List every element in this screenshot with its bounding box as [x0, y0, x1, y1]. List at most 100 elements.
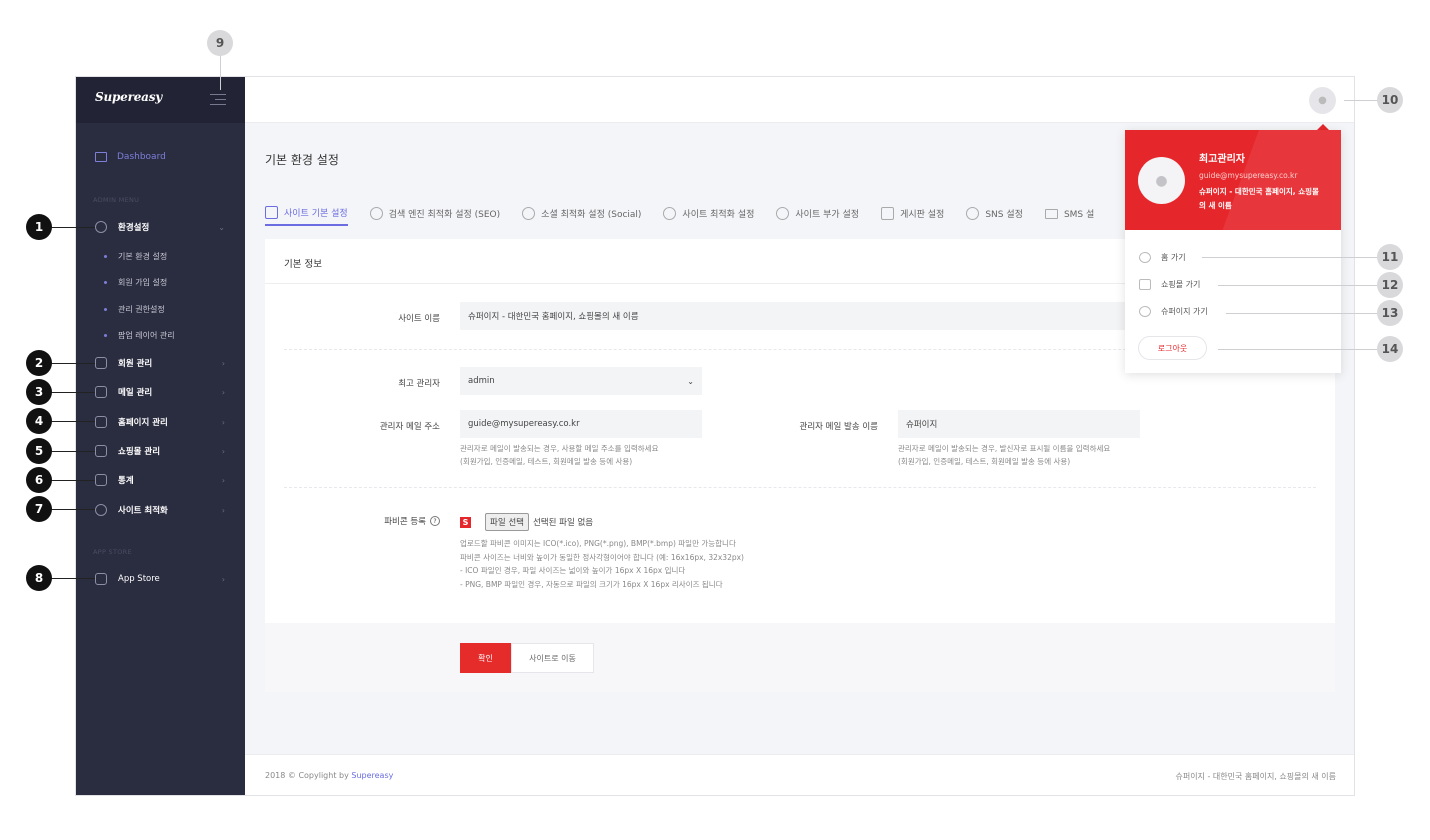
sidebar-item-label: Dashboard: [117, 152, 166, 162]
submenu-item-popup-layer[interactable]: 팝업 레이어 관리: [104, 330, 175, 341]
logo[interactable]: Supereasy: [95, 90, 162, 104]
admin-select[interactable]: admin ⌄: [460, 367, 702, 395]
sidebar-item-shop[interactable]: 쇼핑몰 관리 ›: [76, 440, 245, 462]
chevron-right-icon: ›: [221, 446, 225, 456]
divider: [284, 487, 1316, 488]
tab-social[interactable]: 소셜 최적화 설정 (Social): [522, 201, 641, 226]
sidebar-item-app-store[interactable]: App Store ›: [76, 568, 245, 590]
chevron-down-icon: ⌄: [218, 222, 225, 232]
sender-name-input[interactable]: 슈퍼이지: [898, 410, 1140, 438]
go-to-site-button[interactable]: 사이트로 이동: [511, 643, 594, 673]
site-name-label: 사이트 이름: [398, 314, 440, 324]
sidebar-item-label: 통계: [118, 476, 134, 486]
admin-email-help: 관리자로 메일이 발송되는 경우, 사용할 메일 주소를 입력하세요 (회원가입…: [460, 442, 658, 468]
chevron-right-icon: ›: [221, 505, 225, 515]
favicon-file-picker: S 파일 선택 선택된 파일 없음: [460, 513, 593, 531]
sidebar-item-members[interactable]: 회원 관리 ›: [76, 352, 245, 374]
callout-line: [50, 578, 95, 579]
help-line: 업로드할 파비콘 이미지는 ICO(*.ico), PNG(*.png), BM…: [460, 539, 736, 548]
tab-label: 검색 엔진 최적화 설정 (SEO): [388, 210, 501, 220]
callout-line: [50, 451, 95, 452]
profile-dropdown: ● 최고관리자 guide@mysupereasy.co.kr 슈퍼이지 - 대…: [1125, 130, 1341, 373]
copyright-text: 2018 © Copylight by: [265, 771, 352, 780]
tab-seo[interactable]: 검색 엔진 최적화 설정 (SEO): [369, 201, 501, 226]
profile-header: ● 최고관리자 guide@mysupereasy.co.kr 슈퍼이지 - 대…: [1125, 130, 1341, 230]
submenu-item-signup-settings[interactable]: 회원 가입 설정: [104, 277, 167, 288]
supereasy-link[interactable]: 슈퍼이지 가기: [1139, 306, 1208, 317]
profile-site: 슈퍼이지 - 대한민국 홈페이지, 쇼핑몰의 새 이름: [1199, 187, 1319, 210]
submenu-item-basic-settings[interactable]: 기본 환경 설정: [104, 251, 167, 262]
shop-link[interactable]: 쇼핑몰 가기: [1139, 279, 1200, 290]
sidebar-item-label: App Store: [118, 574, 160, 584]
help-circle-icon[interactable]: ?: [430, 516, 440, 526]
profile-email: guide@mysupereasy.co.kr: [1199, 171, 1298, 180]
link-label: 슈퍼이지 가기: [1161, 307, 1208, 316]
submenu-item-permission-settings[interactable]: 관리 권한설정: [104, 304, 165, 315]
bullet-icon: [104, 308, 107, 311]
home-link[interactable]: 홈 가기: [1139, 252, 1186, 263]
admin-email-input[interactable]: guide@mysupereasy.co.kr: [460, 410, 702, 438]
gear-icon: [95, 221, 107, 233]
sender-name-label: 관리자 메일 발송 이름: [799, 422, 879, 432]
callout-badge: 14: [1377, 336, 1403, 362]
bullet-icon: [104, 255, 107, 258]
profile-avatar: ●: [1138, 157, 1185, 204]
link-label: 쇼핑몰 가기: [1161, 280, 1201, 289]
sidebar-item-homepage[interactable]: 홈페이지 관리 ›: [76, 411, 245, 433]
stopwatch-icon: [95, 504, 107, 516]
admin-menu-label: ADMIN MENU: [93, 196, 140, 204]
favicon-help: 업로드할 파비콘 이미지는 ICO(*.ico), PNG(*.png), BM…: [460, 537, 744, 591]
footer-brand-link[interactable]: Supereasy: [351, 771, 393, 780]
topbar: ●: [245, 77, 1354, 123]
sidebar-item-settings[interactable]: 환경설정 ⌄: [76, 216, 245, 238]
profile-avatar-button[interactable]: ●: [1309, 87, 1336, 114]
tab-site-basic[interactable]: 사이트 기본 설정: [265, 201, 348, 226]
bag-icon: [95, 445, 107, 457]
file-status: 선택된 파일 없음: [532, 518, 594, 528]
logout-button[interactable]: 로그아웃: [1138, 336, 1207, 360]
callout-badge: 12: [1377, 272, 1403, 298]
sidebar-item-optimize[interactable]: 사이트 최적화 ›: [76, 499, 245, 521]
user-icon: ●: [1318, 95, 1327, 106]
home-icon: [1139, 252, 1151, 263]
tab-sms[interactable]: SMS 설: [1044, 201, 1094, 226]
chat-icon: [1139, 279, 1151, 290]
chevron-right-icon: ›: [221, 358, 225, 368]
menu-toggle-icon[interactable]: [210, 94, 226, 106]
dashboard-icon: [95, 152, 107, 162]
tab-sns[interactable]: SNS 설정: [966, 201, 1023, 226]
file-select-button[interactable]: 파일 선택: [485, 513, 529, 531]
tab-board[interactable]: 게시판 설정: [881, 201, 944, 226]
help-line: - ICO 파일인 경우, 파일 사이즈는 넓이와 높이가 16px X 16p…: [460, 566, 686, 575]
gear-icon: [776, 207, 790, 220]
callout-badge: 11: [1377, 244, 1403, 270]
tab-label: 사이트 최적화 설정: [682, 210, 755, 220]
sidebar-item-mail[interactable]: 메일 관리 ›: [76, 381, 245, 403]
help-line: 관리자로 메일이 발송되는 경우, 발신자로 표시될 이름을 입력하세요: [898, 444, 1111, 453]
admin-email-label: 관리자 메일 주소: [379, 422, 440, 432]
clipboard-icon: [881, 207, 895, 220]
footer-tagline: 슈퍼이지 - 대한민국 홈페이지, 쇼핑몰의 새 이름: [1175, 772, 1336, 781]
tab-site-extra[interactable]: 사이트 부가 설정: [776, 201, 859, 226]
callout-badge: 1: [26, 214, 52, 240]
tab-site-optimize[interactable]: 사이트 최적화 설정: [663, 201, 754, 226]
sidebar-item-stats[interactable]: 통계 ›: [76, 469, 245, 491]
chevron-right-icon: ›: [221, 417, 225, 427]
submenu-label: 기본 환경 설정: [118, 252, 168, 261]
link-label: 홈 가기: [1161, 253, 1186, 262]
callout-line: [50, 480, 95, 481]
callout-line: [1226, 313, 1377, 314]
footer-copyright: 2018 © Copylight by Supereasy: [265, 771, 393, 780]
callout-badge: 4: [26, 408, 52, 434]
sidebar-item-label: 회원 관리: [118, 359, 153, 369]
chevron-down-icon: ⌄: [687, 376, 694, 386]
cloud-icon: [966, 207, 980, 220]
callout-line: [1344, 100, 1379, 101]
callout-badge: 7: [26, 496, 52, 522]
confirm-button[interactable]: 확인: [460, 643, 511, 673]
callout-badge: 2: [26, 350, 52, 376]
sidebar-item-dashboard[interactable]: Dashboard: [95, 152, 166, 162]
sidebar-item-label: 환경설정: [118, 223, 150, 233]
sender-name-help: 관리자로 메일이 발송되는 경우, 발신자로 표시될 이름을 입력하세요 (회원…: [898, 442, 1110, 468]
favicon-preview-icon: S: [460, 516, 471, 528]
